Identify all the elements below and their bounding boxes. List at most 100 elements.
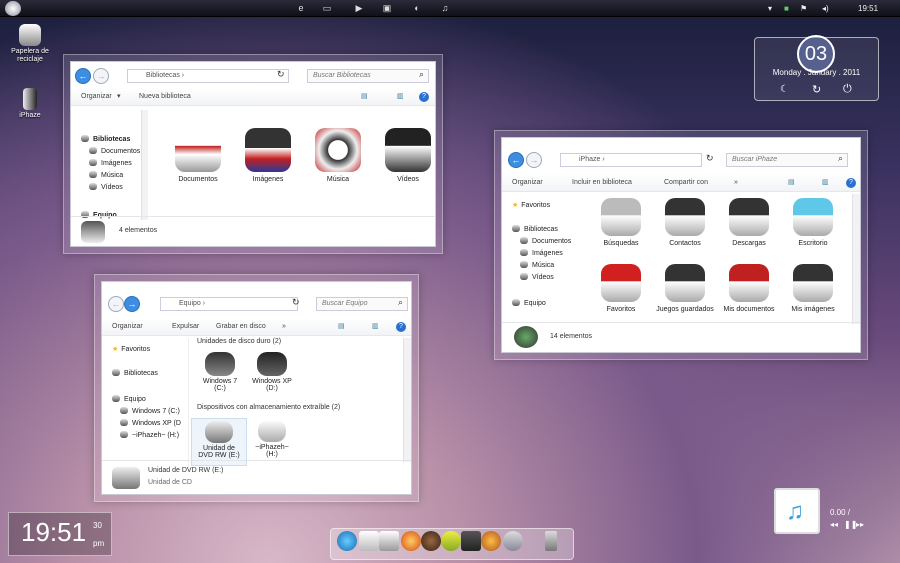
address-field[interactable]: Equipo › xyxy=(160,297,298,311)
folder-tile[interactable]: Búsquedas xyxy=(590,198,652,247)
previous-track-icon[interactable]: ◂◂ xyxy=(830,520,838,529)
folder-tile[interactable]: Escritorio xyxy=(782,198,844,247)
refresh-icon[interactable]: ↻ xyxy=(706,153,714,164)
app-icon[interactable] xyxy=(421,531,441,551)
preview-pane-icon[interactable]: ▥ xyxy=(822,174,829,192)
organize-button[interactable]: Organizar xyxy=(81,88,112,106)
sidebar-item-computer[interactable]: Equipo xyxy=(112,394,146,405)
more-button[interactable]: » xyxy=(282,318,286,336)
mail-icon[interactable] xyxy=(359,531,379,551)
back-button[interactable]: ← xyxy=(75,68,91,84)
library-tile[interactable]: Imágenes xyxy=(237,128,299,183)
3d-app-icon[interactable] xyxy=(441,531,461,551)
sidebar-item-drive-c[interactable]: Windows 7 (C:) xyxy=(120,406,180,417)
drive-tile[interactable]: Windows 7 (C:) xyxy=(191,352,249,392)
sidebar-item-pictures[interactable]: Imágenes xyxy=(89,158,132,169)
folder-tile[interactable]: Contactos xyxy=(654,198,716,247)
restart-icon[interactable]: ↻ xyxy=(812,83,821,96)
mail-app-icon[interactable] xyxy=(379,531,399,551)
back-button[interactable]: ← xyxy=(108,296,124,312)
album-art[interactable]: ♫ xyxy=(774,488,820,534)
view-icon[interactable]: ▤ xyxy=(338,318,345,336)
main-scrollbar[interactable] xyxy=(852,194,860,324)
include-in-library-button[interactable]: Incluir en biblioteca xyxy=(572,174,632,192)
folder-tile[interactable]: Mis imágenes xyxy=(782,264,844,313)
image-icon[interactable]: ▣ xyxy=(380,2,394,15)
sidebar-item-drive-h[interactable]: ~iPhazeh~ (H:) xyxy=(120,430,179,441)
sidebar-item-libraries[interactable]: Bibliotecas xyxy=(512,224,558,235)
recycle-bin-shortcut[interactable]: Papelera de reciclaje xyxy=(8,24,52,64)
media-icon[interactable]: ◐ xyxy=(410,2,424,15)
forward-button[interactable]: → xyxy=(526,152,542,168)
sidebar-item-drive-d[interactable]: Windows XP (D xyxy=(120,418,181,429)
taskbar-clock[interactable]: 19:51 xyxy=(858,0,878,17)
library-tile[interactable]: Música xyxy=(307,128,369,183)
new-library-button[interactable]: Nueva biblioteca xyxy=(139,88,191,106)
play-icon[interactable]: ▶ xyxy=(352,2,366,15)
tray-arrow-icon[interactable]: ▾ xyxy=(768,0,772,17)
sidebar-item-favorites[interactable]: ★ Favoritos xyxy=(112,344,150,355)
drive-tile[interactable]: ~iPhazeh~ (H:) xyxy=(243,418,301,458)
folder-tile[interactable]: Juegos guardados xyxy=(654,264,716,313)
search-input[interactable]: Buscar Bibliotecas xyxy=(307,69,429,83)
forward-button[interactable]: → xyxy=(93,68,109,84)
sidebar-item-music[interactable]: Música xyxy=(89,170,123,181)
skype-icon[interactable] xyxy=(337,531,357,551)
address-field[interactable]: Bibliotecas › xyxy=(127,69,289,83)
sidebar-item-pictures[interactable]: Imágenes xyxy=(520,248,563,259)
burn-button[interactable]: Grabar en disco xyxy=(216,318,266,336)
folder-icon[interactable]: ▭ xyxy=(320,2,334,15)
view-icon[interactable]: ▤ xyxy=(788,174,795,192)
preview-pane-icon[interactable]: ▥ xyxy=(397,88,404,106)
folder-tile[interactable]: Descargas xyxy=(718,198,780,247)
firefox-icon[interactable] xyxy=(401,531,421,551)
burger-icon[interactable] xyxy=(481,531,501,551)
music-note-icon[interactable]: ♫ xyxy=(438,2,452,15)
back-button[interactable]: ← xyxy=(508,152,524,168)
help-icon[interactable]: ? xyxy=(846,178,856,188)
help-icon[interactable]: ? xyxy=(396,322,406,332)
folder-tile[interactable]: Favoritos xyxy=(590,264,652,313)
rss-icon[interactable] xyxy=(461,531,481,551)
sidebar-item-favorites[interactable]: ★ Favoritos xyxy=(512,200,550,211)
address-field[interactable]: iPhaze › xyxy=(560,153,702,167)
sidebar-item-videos[interactable]: Vídeos xyxy=(89,182,123,193)
sidebar-item-videos[interactable]: Vídeos xyxy=(520,272,554,283)
recycle-icon[interactable] xyxy=(503,531,523,551)
drive-tile[interactable]: Unidad de DVD RW (E:) xyxy=(191,418,247,466)
view-icon[interactable]: ▤ xyxy=(361,88,368,106)
library-tile[interactable]: Vídeos xyxy=(377,128,439,183)
share-with-button[interactable]: Compartir con xyxy=(664,174,708,192)
flag-icon[interactable]: ⚑ xyxy=(800,0,807,17)
organize-button[interactable]: Organizar xyxy=(512,174,543,192)
network-icon[interactable]: ■ xyxy=(784,0,789,17)
search-input[interactable]: Buscar iPhaze xyxy=(726,153,848,167)
more-button[interactable]: » xyxy=(734,174,738,192)
sidebar-item-documents[interactable]: Documentos xyxy=(520,236,571,247)
iphaze-shortcut[interactable]: iPhaze xyxy=(8,88,52,120)
sidebar-scrollbar[interactable] xyxy=(141,110,148,220)
preview-pane-icon[interactable]: ▥ xyxy=(372,318,379,336)
sidebar-item-documents[interactable]: Documentos xyxy=(89,146,140,157)
sidebar-item-music[interactable]: Música xyxy=(520,260,554,271)
library-tile[interactable]: Documentos xyxy=(167,128,229,183)
sidebar-item-computer[interactable]: Equipo xyxy=(512,298,546,309)
sleep-icon[interactable]: ☾ xyxy=(780,84,789,95)
search-input[interactable]: Buscar Equipo xyxy=(316,297,408,311)
main-scrollbar[interactable] xyxy=(403,338,411,462)
help-icon[interactable]: ? xyxy=(419,92,429,102)
ie-icon[interactable]: e xyxy=(294,2,308,15)
sidebar-item-libraries[interactable]: Bibliotecas xyxy=(81,134,130,145)
folder-tile[interactable]: Mis documentos xyxy=(718,264,780,313)
eject-button[interactable]: Expulsar xyxy=(172,318,199,336)
sidebar-item-libraries[interactable]: Bibliotecas xyxy=(112,368,158,379)
forward-button[interactable]: → xyxy=(124,296,140,312)
trash-icon[interactable] xyxy=(545,531,557,551)
drive-tile[interactable]: Windows XP (D:) xyxy=(243,352,301,392)
refresh-icon[interactable]: ↻ xyxy=(292,297,300,308)
power-icon[interactable]: ⏻ xyxy=(843,83,852,96)
refresh-icon[interactable]: ↻ xyxy=(277,69,285,80)
volume-icon[interactable]: ◂) xyxy=(822,0,829,17)
next-track-icon[interactable]: ▸▸ xyxy=(856,520,864,529)
organize-button[interactable]: Organizar xyxy=(112,318,143,336)
